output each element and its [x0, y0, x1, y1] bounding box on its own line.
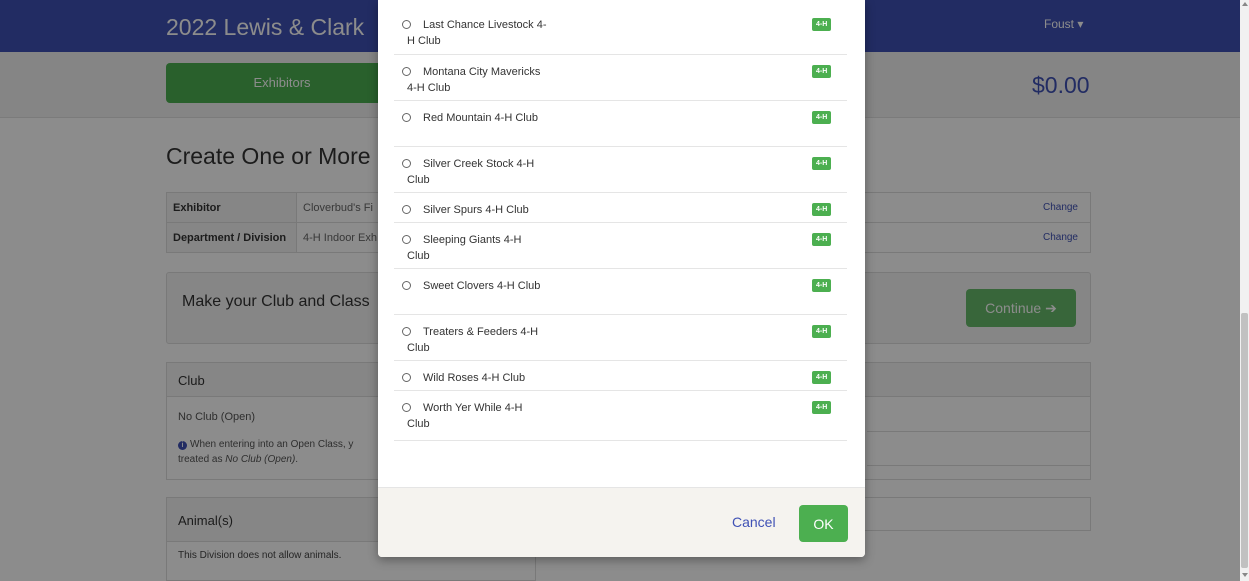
club-list: Last Chance Livestock 4-H Club 4-H Monta… — [394, 0, 847, 441]
club-option[interactable]: Last Chance Livestock 4-H Club 4-H — [394, 0, 847, 54]
club-name: Montana City Mavericks 4-H Club — [407, 66, 541, 94]
club-type-badge: 4-H — [812, 325, 832, 338]
club-option[interactable]: Silver Creek Stock 4-H Club 4-H — [394, 146, 847, 192]
club-name: Worth Yer While 4-H Club — [407, 402, 523, 430]
club-type-badge: 4-H — [812, 401, 832, 414]
club-type-badge: 4-H — [812, 279, 832, 292]
club-type-badge: 4-H — [812, 203, 832, 216]
club-option[interactable]: Worth Yer While 4-H Club 4-H — [394, 390, 847, 440]
club-option[interactable]: Treaters & Feeders 4-H Club 4-H — [394, 314, 847, 360]
club-name: Silver Creek Stock 4-H Club — [407, 158, 535, 186]
club-option[interactable]: Montana City Mavericks 4-H Club 4-H — [394, 54, 847, 100]
club-type-badge: 4-H — [812, 157, 832, 170]
page-scrollbar[interactable] — [1240, 0, 1249, 581]
club-name: Silver Spurs 4-H Club — [423, 204, 529, 216]
scrollbar-thumb[interactable] — [1241, 313, 1248, 568]
club-select-modal: Last Chance Livestock 4-H Club 4-H Monta… — [378, 0, 865, 557]
scroll-down-arrow-icon[interactable] — [1242, 573, 1248, 577]
club-name: Sleeping Giants 4-H Club — [407, 234, 522, 262]
club-option[interactable]: Red Mountain 4-H Club 4-H — [394, 100, 847, 146]
club-name: Treaters & Feeders 4-H Club — [407, 326, 539, 354]
club-option[interactable]: Wild Roses 4-H Club 4-H — [394, 360, 847, 390]
club-name: Red Mountain 4-H Club — [423, 112, 538, 124]
club-name: Last Chance Livestock 4-H Club — [407, 19, 547, 47]
club-type-badge: 4-H — [812, 233, 832, 246]
list-divider — [394, 440, 847, 441]
modal-footer: Cancel OK — [378, 487, 865, 557]
club-type-badge: 4-H — [812, 65, 832, 78]
club-option[interactable]: Silver Spurs 4-H Club 4-H — [394, 192, 847, 222]
ok-button[interactable]: OK — [799, 505, 848, 542]
club-option[interactable]: Sweet Clovers 4-H Club 4-H — [394, 268, 847, 314]
club-type-badge: 4-H — [812, 111, 832, 124]
scroll-up-arrow-icon[interactable] — [1242, 2, 1248, 6]
club-type-badge: 4-H — [812, 371, 832, 384]
club-name: Wild Roses 4-H Club — [423, 372, 526, 384]
cancel-button[interactable]: Cancel — [732, 514, 776, 530]
club-name: Sweet Clovers 4-H Club — [423, 280, 541, 292]
club-type-badge: 4-H — [812, 18, 832, 31]
club-option[interactable]: Sleeping Giants 4-H Club 4-H — [394, 222, 847, 268]
